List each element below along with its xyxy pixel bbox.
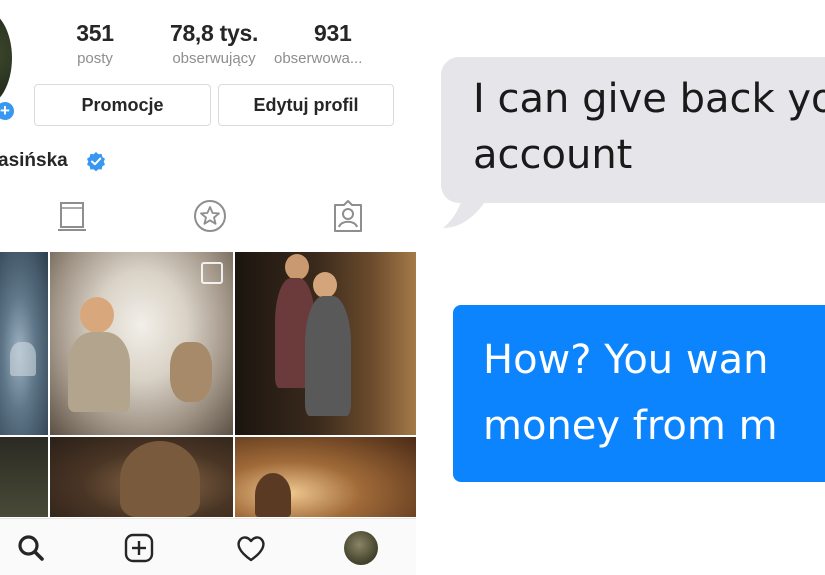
grid-photo-3[interactable] — [235, 252, 416, 435]
grid-photo-1[interactable] — [0, 252, 48, 435]
following-count-value: 931 — [314, 20, 352, 46]
photo-subject — [120, 441, 200, 517]
following-count[interactable]: 931 obserwowa... — [274, 20, 394, 67]
heart-icon[interactable] — [234, 531, 268, 565]
tab-grid-icon[interactable] — [52, 196, 92, 236]
sent-message-bubble: How? You wan money from m — [453, 305, 825, 482]
edit-profile-button[interactable]: Edytuj profil — [218, 84, 394, 126]
profile-tab-avatar[interactable] — [344, 531, 378, 565]
followers-count-value: 78,8 tys. — [169, 20, 259, 46]
promotions-button[interactable]: Promocje — [34, 84, 211, 126]
grid-photo-6[interactable] — [235, 437, 416, 517]
received-bubble-tail — [443, 188, 493, 228]
add-story-icon[interactable]: + — [0, 100, 16, 122]
photo-subject — [170, 342, 212, 402]
followers-count-label: obserwujący — [172, 50, 256, 67]
photo-subject — [80, 297, 114, 333]
profile-avatar[interactable] — [0, 10, 12, 106]
following-count-label: obserwowa... — [274, 50, 363, 67]
posts-count[interactable]: 351 posty — [60, 20, 130, 67]
bottom-navigation — [0, 518, 416, 575]
followers-count[interactable]: 78,8 tys. obserwujący — [152, 20, 276, 67]
posts-count-label: posty — [77, 50, 113, 67]
multi-photo-icon — [201, 262, 223, 284]
instagram-profile-panel: + 351 posty 78,8 tys. obserwujący 931 ob… — [0, 0, 416, 575]
grid-photo-2[interactable] — [50, 252, 233, 435]
photo-subject — [10, 342, 36, 376]
posts-count-value: 351 — [76, 20, 114, 46]
photo-subject — [305, 296, 351, 416]
verified-badge-icon — [87, 152, 105, 171]
profile-name: asińska — [0, 150, 68, 171]
grid-photo-5[interactable] — [50, 437, 233, 517]
photo-subject — [68, 332, 130, 412]
grid-photo-4[interactable] — [0, 437, 48, 517]
photo-subject — [313, 272, 337, 298]
received-message-bubble: I can give back yo account — [441, 57, 825, 203]
tab-star-icon[interactable] — [190, 196, 230, 236]
tab-tagged-icon[interactable] — [328, 196, 368, 236]
photo-subject — [285, 254, 309, 280]
search-icon[interactable] — [14, 531, 48, 565]
add-post-icon[interactable] — [122, 531, 156, 565]
photo-subject — [255, 473, 291, 517]
